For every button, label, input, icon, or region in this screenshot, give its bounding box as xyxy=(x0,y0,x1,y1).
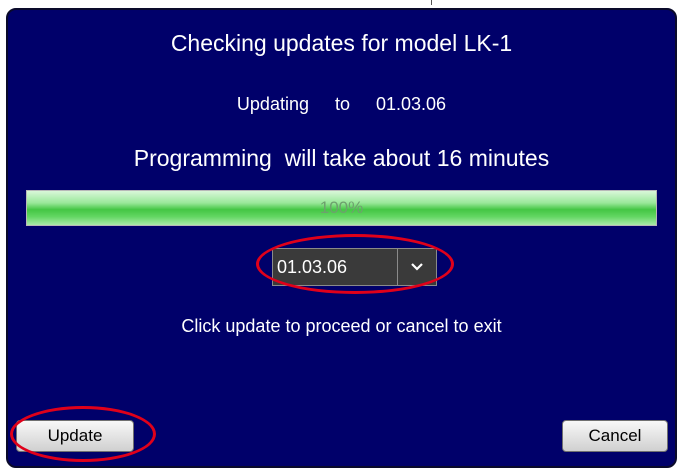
update-dialog: Checking updates for model LK-1 Updating… xyxy=(6,8,677,468)
updating-version-label: Updating to 01.03.06 xyxy=(236,94,447,114)
dialog-title: Checking updates for model LK-1 xyxy=(170,30,513,56)
progress-percent-label: 100% xyxy=(319,198,364,217)
version-select-toggle[interactable] xyxy=(398,249,436,285)
instruction-text: Click update to proceed or cancel to exi… xyxy=(181,316,502,336)
version-select-value[interactable]: 01.03.06 xyxy=(273,249,398,285)
version-select[interactable]: 01.03.06 xyxy=(272,248,437,286)
progress-bar: 100% xyxy=(26,190,657,226)
chevron-down-icon xyxy=(411,263,423,271)
update-button[interactable]: Update xyxy=(16,420,134,452)
top-edge-mark xyxy=(431,0,432,5)
cancel-button[interactable]: Cancel xyxy=(562,420,668,452)
programming-duration-message: Programming will take about 16 minutes xyxy=(133,145,550,171)
